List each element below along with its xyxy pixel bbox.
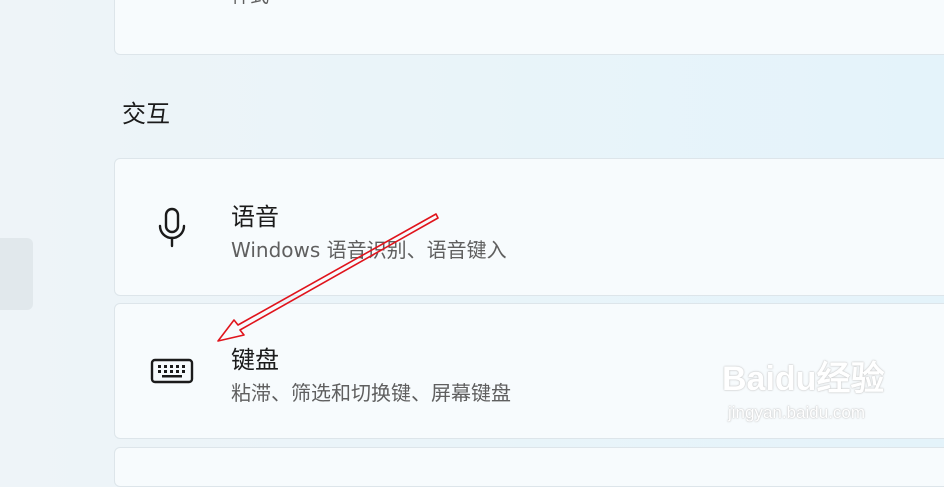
card-subtitle: 样式 [231, 0, 269, 8]
section-heading: 交互 [122, 100, 170, 128]
settings-card-bottom[interactable] [114, 447, 944, 487]
settings-card-top[interactable]: 样式 [114, 0, 944, 55]
baidu-watermark: Baidu经验 jingyan.baidu.com [722, 345, 902, 435]
card-title: 语音 [231, 203, 279, 231]
card-description: Windows 语音识别、语音键入 [231, 238, 507, 262]
settings-card-speech[interactable]: 语音 Windows 语音识别、语音键入 [114, 158, 944, 296]
watermark-url: jingyan.baidu.com [728, 403, 866, 422]
microphone-icon [158, 207, 186, 248]
nav-selected-item[interactable] [0, 238, 33, 310]
watermark-logo: Baidu经验 [722, 360, 885, 398]
card-title: 键盘 [231, 346, 279, 374]
card-description: 粘滞、筛选和切换键、屏幕键盘 [231, 381, 511, 405]
keyboard-icon [150, 358, 194, 384]
